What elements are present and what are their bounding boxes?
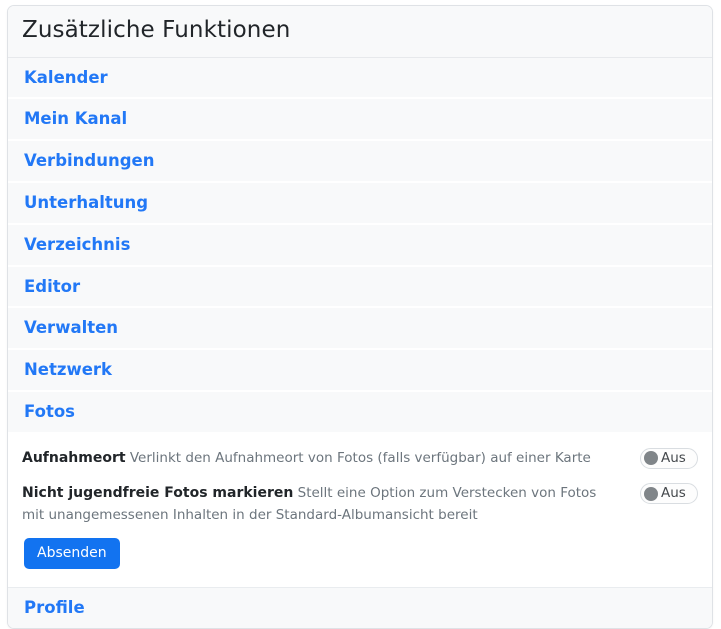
setting-description: Verlinkt den Aufnahmeort von Fotos (fall… xyxy=(130,450,591,466)
setting-text: Aufnahmeort Verlinkt den Aufnahmeort von… xyxy=(22,447,622,470)
list-item[interactable]: Verzeichnis xyxy=(8,225,712,267)
feature-links-list: Kalender Mein Kanal Verbindungen Unterha… xyxy=(8,58,712,432)
list-item[interactable]: Verbindungen xyxy=(8,141,712,183)
submit-area: Absenden xyxy=(22,532,698,581)
list-item[interactable]: Profile xyxy=(8,588,712,628)
sidebar-item-verwalten[interactable]: Verwalten xyxy=(24,318,118,338)
list-item[interactable]: Kalender xyxy=(8,58,712,100)
page-title: Zusätzliche Funktionen xyxy=(22,17,698,45)
list-item[interactable]: Verwalten xyxy=(8,308,712,350)
setting-text: Nicht jugendfreie Fotos markieren Stellt… xyxy=(22,482,622,526)
toggle-knob-icon xyxy=(644,451,658,465)
bottom-links-list: Profile xyxy=(8,587,712,628)
photo-settings-panel: Aufnahmeort Verlinkt den Aufnahmeort von… xyxy=(8,432,712,587)
list-item[interactable]: Fotos xyxy=(8,392,712,432)
submit-button[interactable]: Absenden xyxy=(24,538,120,569)
sidebar-item-unterhaltung[interactable]: Unterhaltung xyxy=(24,193,148,213)
card-header: Zusätzliche Funktionen xyxy=(8,6,712,58)
toggle-state-label: Aus xyxy=(661,487,686,501)
toggle-nicht-jugendfreie-fotos[interactable]: Aus xyxy=(640,483,698,504)
list-item[interactable]: Mein Kanal xyxy=(8,99,712,141)
sidebar-item-verzeichnis[interactable]: Verzeichnis xyxy=(24,235,130,255)
sidebar-item-kalender[interactable]: Kalender xyxy=(24,68,108,88)
sidebar-item-verbindungen[interactable]: Verbindungen xyxy=(24,151,154,171)
toggle-knob-icon xyxy=(644,487,658,501)
sidebar-item-netzwerk[interactable]: Netzwerk xyxy=(24,360,112,380)
list-item[interactable]: Netzwerk xyxy=(8,350,712,392)
setting-title: Aufnahmeort xyxy=(22,450,126,466)
setting-row-aufnahmeort: Aufnahmeort Verlinkt den Aufnahmeort von… xyxy=(22,440,698,476)
list-item[interactable]: Unterhaltung xyxy=(8,183,712,225)
setting-row-nicht-jugendfreie-fotos: Nicht jugendfreie Fotos markieren Stellt… xyxy=(22,475,698,532)
toggle-state-label: Aus xyxy=(661,452,686,466)
additional-features-card: Zusätzliche Funktionen Kalender Mein Kan… xyxy=(7,5,713,629)
sidebar-item-fotos[interactable]: Fotos xyxy=(24,402,75,422)
sidebar-item-profile[interactable]: Profile xyxy=(24,598,85,618)
list-item[interactable]: Editor xyxy=(8,267,712,309)
sidebar-item-mein-kanal[interactable]: Mein Kanal xyxy=(24,109,127,129)
setting-title: Nicht jugendfreie Fotos markieren xyxy=(22,485,293,501)
sidebar-item-editor[interactable]: Editor xyxy=(24,277,80,297)
toggle-aufnahmeort[interactable]: Aus xyxy=(640,448,698,469)
